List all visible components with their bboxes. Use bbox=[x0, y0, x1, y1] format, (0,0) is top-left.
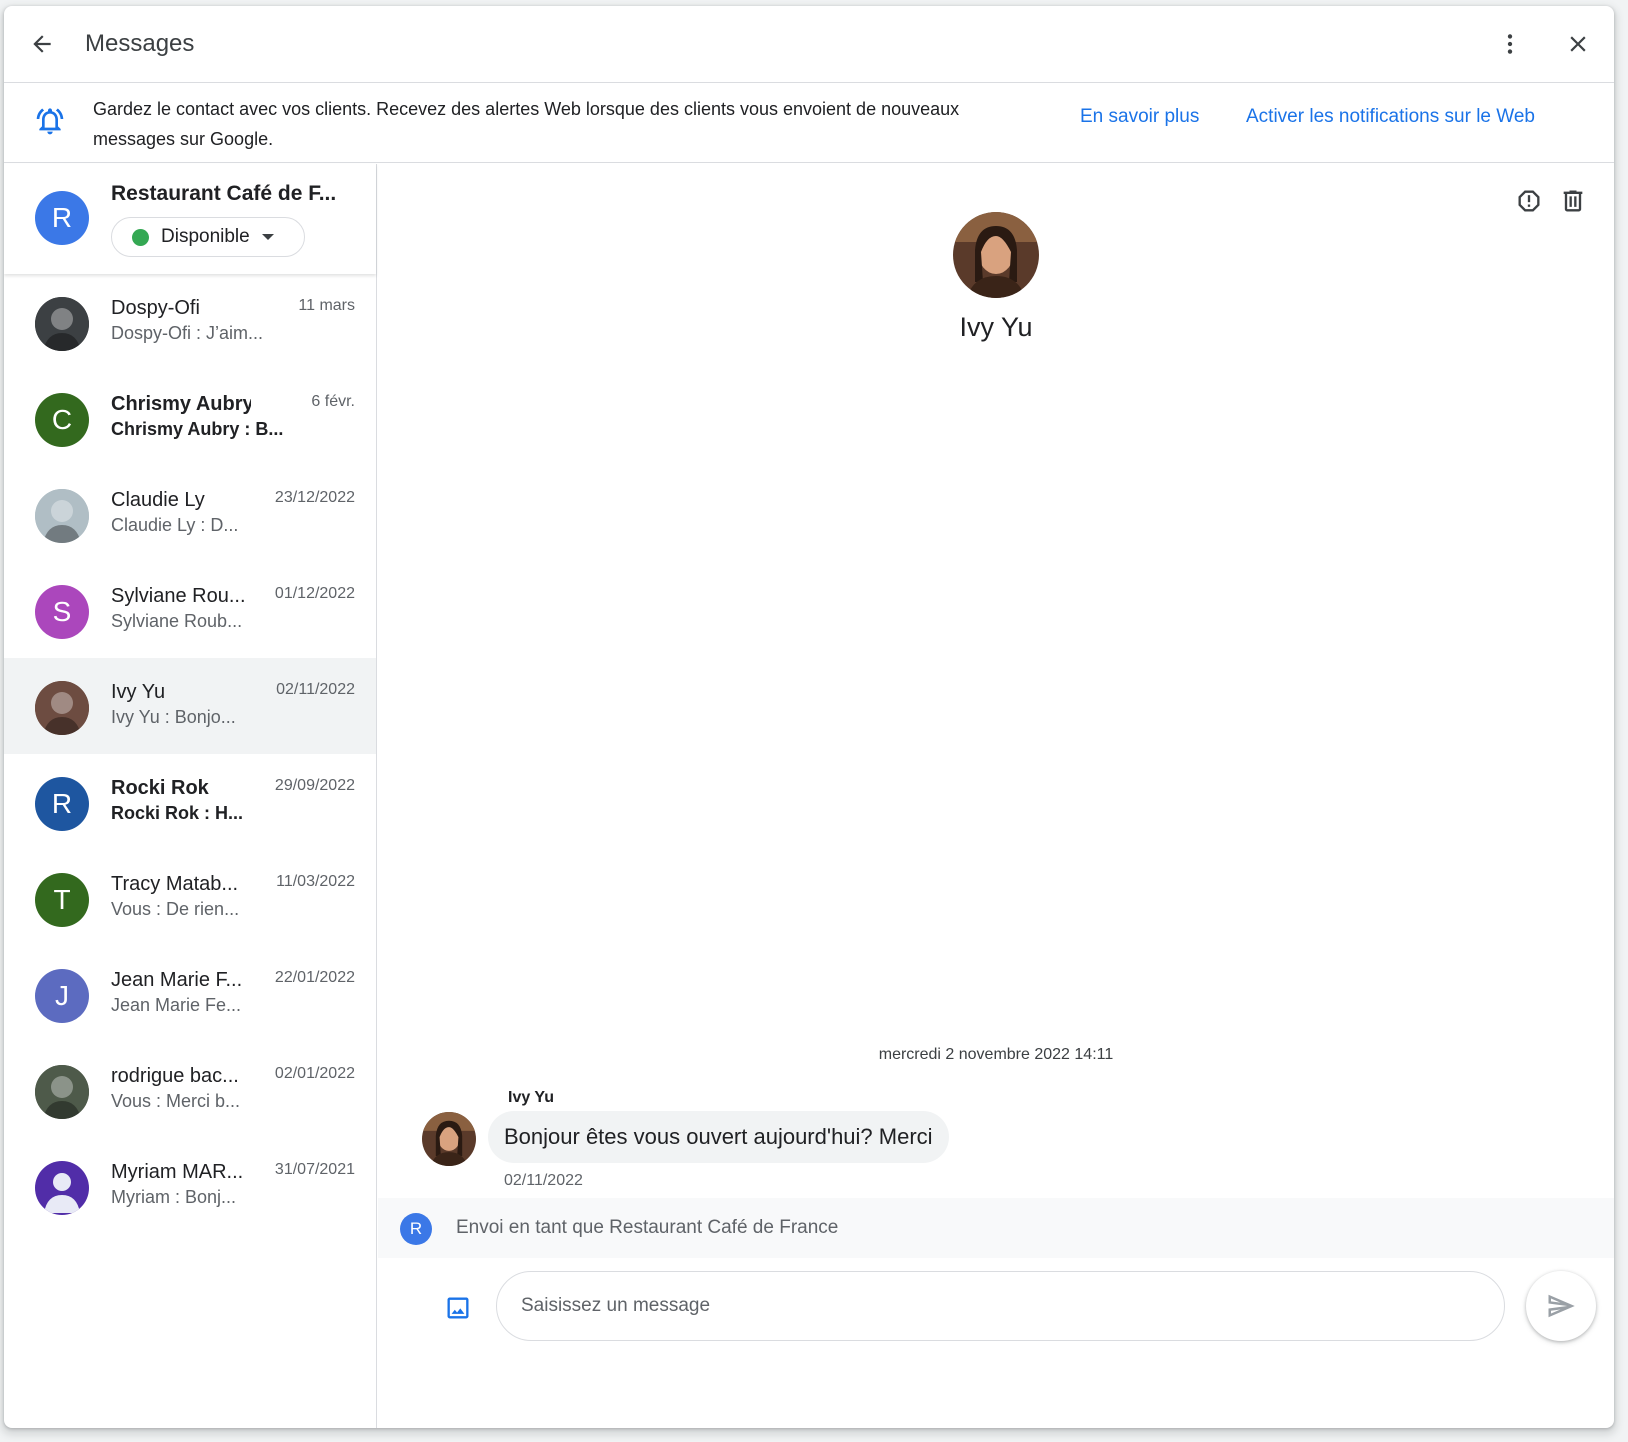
business-header: R Restaurant Café de F... Disponible bbox=[4, 164, 376, 274]
conversation-snippet: Ivy Yu : Bonjo... bbox=[111, 707, 236, 727]
conversation-item[interactable]: Myriam MAR... Myriam : Bonj... 31/07/2021 bbox=[4, 1138, 376, 1234]
availability-dropdown[interactable]: Disponible bbox=[111, 217, 305, 257]
conversation-name: Ivy Yu bbox=[111, 681, 166, 703]
send-as-avatar: R bbox=[400, 1213, 432, 1245]
available-status-dot bbox=[132, 228, 149, 246]
conversation-name: Sylviane Rou... bbox=[111, 585, 246, 607]
report-icon[interactable] bbox=[1512, 184, 1546, 218]
conversation-item[interactable]: T Tracy Matab... Vous : De rien... 11/03/20… bbox=[4, 850, 376, 946]
conversation-sidebar: R Restaurant Café de F... Disponible Dos… bbox=[4, 164, 377, 1428]
conversation-date: 11 mars bbox=[298, 297, 355, 314]
conversation-date: 01/12/2022 bbox=[274, 585, 355, 602]
conversation-snippet: Chrismy Aubry : B... bbox=[111, 419, 284, 439]
message-date: 02/11/2022 bbox=[504, 1172, 583, 1189]
conversation-item[interactable]: rodrigue bac... Vous : Merci b... 02/01/20… bbox=[4, 1042, 376, 1138]
notification-banner: Gardez le contact avec vos clients. Rece… bbox=[4, 83, 1614, 163]
conversation-item[interactable]: Dospy-Ofi Dospy-Ofi : J’aim... 11 mars bbox=[4, 274, 376, 370]
conversation-item[interactable]: C Chrismy Aubry Chrismy Aubry : B... 6 févr… bbox=[4, 370, 376, 466]
conversation-avatar bbox=[35, 681, 89, 735]
conversation-date: 11/03/2022 bbox=[276, 873, 355, 890]
conversation-date: 23/12/2022 bbox=[274, 489, 355, 506]
top-bar: Messages bbox=[4, 6, 1614, 83]
send-as-label: Envoi en tant que Restaurant Café de Fra… bbox=[456, 1217, 839, 1238]
conversation-snippet: Vous : De rien... bbox=[111, 899, 240, 919]
conversation-avatar bbox=[35, 1161, 89, 1215]
conversation-avatar bbox=[35, 489, 89, 543]
send-icon bbox=[1548, 1294, 1575, 1318]
conversation-item[interactable]: S Sylviane Rou... Sylviane Roub... 01/12/20… bbox=[4, 562, 376, 658]
conversation-snippet: Rocki Rok : H... bbox=[111, 803, 244, 823]
send-as-bar: R Envoi en tant que Restaurant Café de F… bbox=[378, 1198, 1614, 1258]
conversation-avatar: T bbox=[35, 873, 89, 927]
business-avatar: R bbox=[35, 191, 89, 245]
conversation-date: 31/07/2021 bbox=[274, 1161, 355, 1178]
more-vert-icon[interactable] bbox=[1492, 26, 1528, 62]
conversation-date: 02/01/2022 bbox=[274, 1065, 355, 1082]
conversation-name: Tracy Matab... bbox=[111, 873, 239, 895]
send-button[interactable] bbox=[1526, 1271, 1596, 1341]
conversation-date: 29/09/2022 bbox=[274, 777, 355, 794]
conversation-name: Jean Marie F... bbox=[111, 969, 243, 991]
conversation-panel: Ivy Yu mercredi 2 novembre 2022 14:11 Iv… bbox=[378, 164, 1614, 1428]
conversation-snippet: Myriam : Bonj... bbox=[111, 1187, 237, 1207]
conversation-name: Rocki Rok bbox=[111, 777, 209, 799]
contact-avatar bbox=[953, 212, 1039, 298]
conversation-item[interactable]: J Jean Marie F... Jean Marie Fe... 22/01/20… bbox=[4, 946, 376, 1042]
arrow-back-icon[interactable] bbox=[24, 26, 60, 62]
conversation-date: 02/11/2022 bbox=[276, 681, 355, 698]
business-name: Restaurant Café de F... bbox=[111, 182, 337, 205]
conversation-name: Dospy-Ofi bbox=[111, 297, 200, 319]
message-input[interactable] bbox=[496, 1271, 1505, 1341]
conversation-name: Claudie Ly bbox=[111, 489, 205, 511]
messages-dialog: Messages Gardez le contact avec vos clie… bbox=[4, 6, 1614, 1428]
conversation-avatar: C bbox=[35, 393, 89, 447]
conversation-snippet: Jean Marie Fe... bbox=[111, 995, 242, 1015]
message-avatar bbox=[422, 1112, 476, 1166]
bell-ring-icon bbox=[34, 105, 66, 137]
conversation-name: rodrigue bac... bbox=[111, 1065, 239, 1087]
conversation-list: Dospy-Ofi Dospy-Ofi : J’aim... 11 mars C Chr… bbox=[4, 274, 376, 1234]
date-separator: mercredi 2 novembre 2022 14:11 bbox=[878, 1046, 1114, 1063]
conversation-name: Myriam MAR... bbox=[111, 1161, 244, 1183]
learn-more-link[interactable]: En savoir plus bbox=[1080, 106, 1199, 128]
message-bubble: Bonjour êtes vous ouvert aujourd'hui? Me… bbox=[488, 1111, 949, 1163]
image-icon[interactable] bbox=[442, 1292, 474, 1324]
conversation-item[interactable]: Claudie Ly Claudie Ly : D... 23/12/2022 bbox=[4, 466, 376, 562]
close-icon[interactable] bbox=[1560, 26, 1596, 62]
conversation-avatar: S bbox=[35, 585, 89, 639]
conversation-avatar: J bbox=[35, 969, 89, 1023]
availability-label: Disponible bbox=[161, 226, 250, 247]
message-sender: Ivy Yu bbox=[508, 1089, 554, 1106]
conversation-snippet: Claudie Ly : D... bbox=[111, 515, 239, 535]
conversation-date: 22/01/2022 bbox=[274, 969, 355, 986]
conversation-snippet: Dospy-Ofi : J’aim... bbox=[111, 323, 264, 343]
arrow-drop-down-icon bbox=[261, 234, 274, 240]
conversation-snippet: Vous : Merci b... bbox=[111, 1091, 241, 1111]
page-title: Messages bbox=[85, 30, 195, 57]
conversation-name: Chrismy Aubry bbox=[111, 393, 251, 415]
conversation-avatar: R bbox=[35, 777, 89, 831]
conversation-avatar bbox=[35, 297, 89, 351]
banner-text: Gardez le contact avec vos clients. Rece… bbox=[93, 99, 960, 149]
conversation-item[interactable]: R Rocki Rok Rocki Rok : H... 29/09/2022 bbox=[4, 754, 376, 850]
contact-name: Ivy Yu bbox=[959, 312, 1033, 342]
conversation-item[interactable]: Ivy Yu Ivy Yu : Bonjo... 02/11/2022 bbox=[4, 658, 376, 754]
conversation-avatar bbox=[35, 1065, 89, 1119]
conversation-date: 6 févr. bbox=[311, 393, 355, 410]
conversation-snippet: Sylviane Roub... bbox=[111, 611, 243, 631]
trash-icon[interactable] bbox=[1556, 184, 1590, 218]
enable-web-notifications-link[interactable]: Activer les notifications sur le Web bbox=[1246, 106, 1535, 128]
